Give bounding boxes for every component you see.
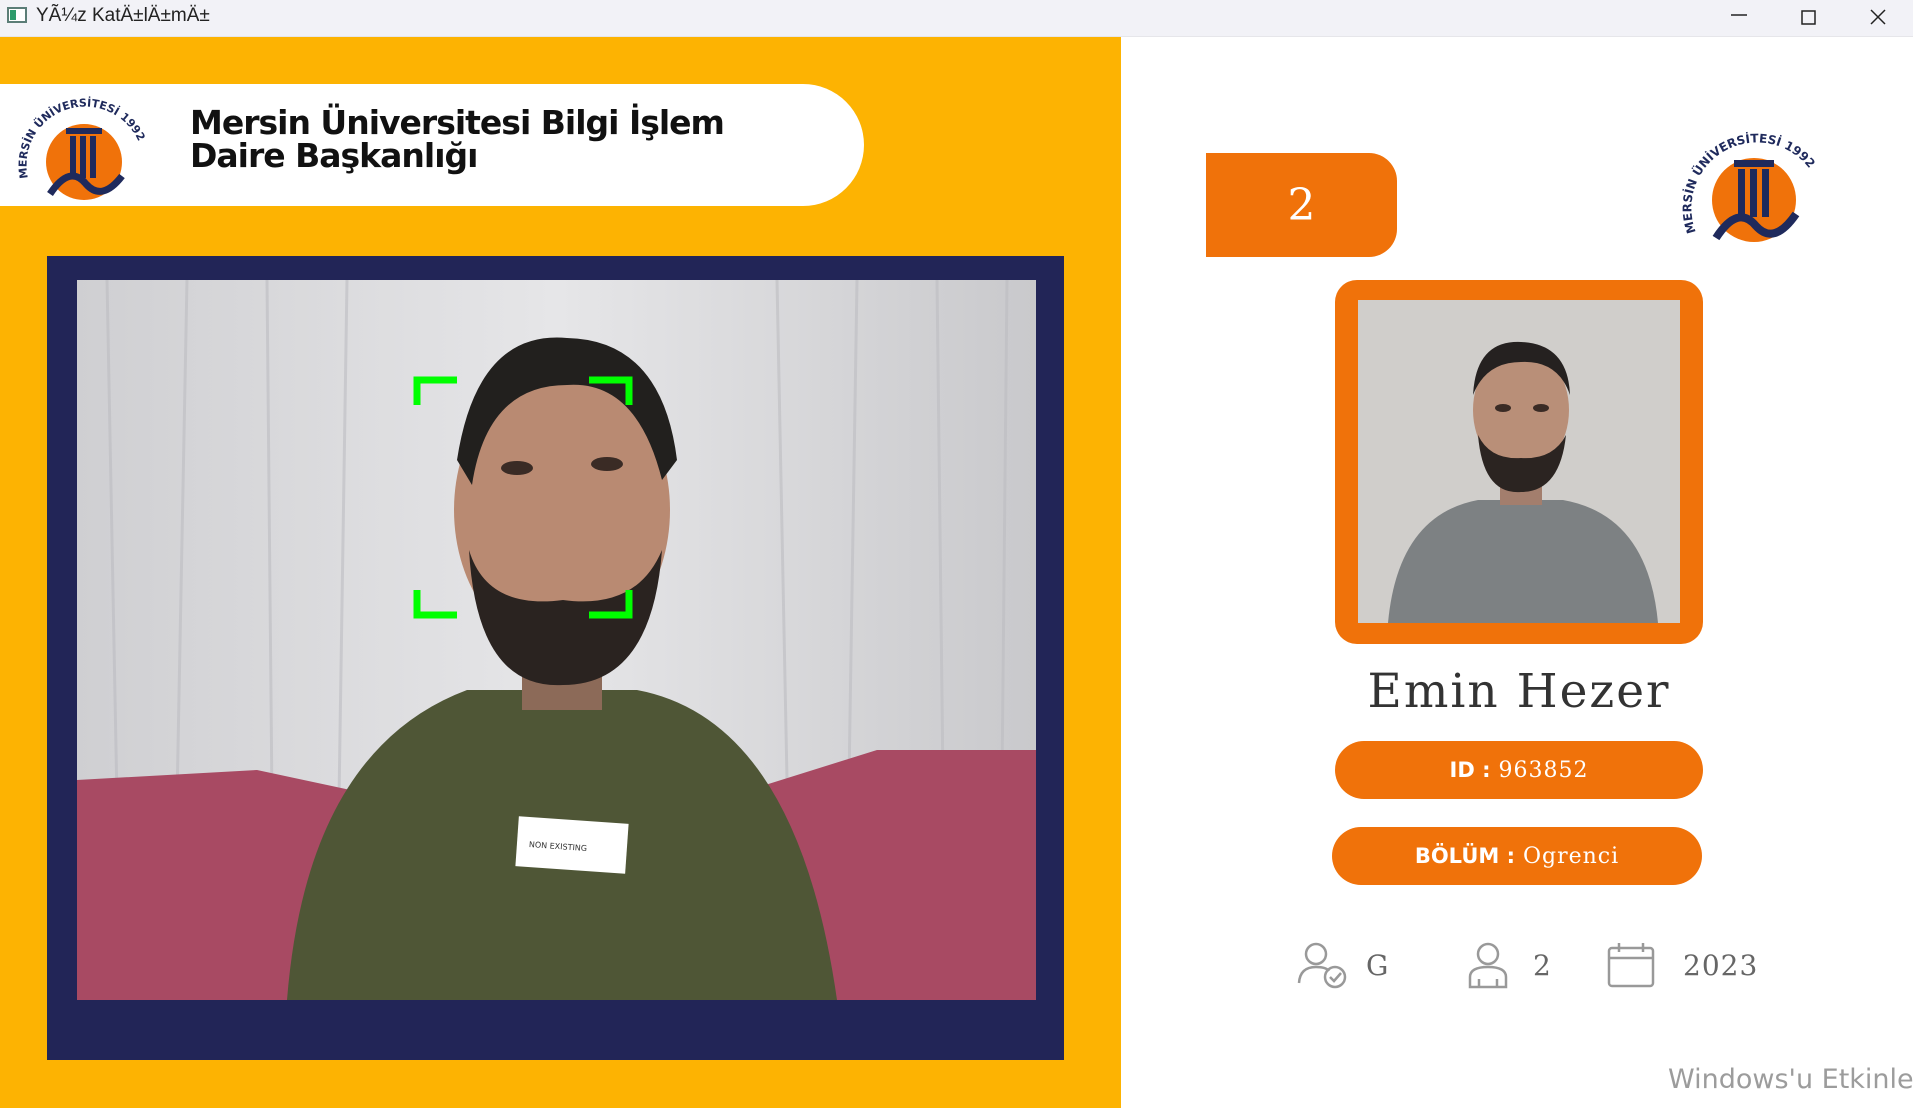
close-button[interactable] — [1843, 0, 1913, 36]
user-check-icon — [1297, 942, 1347, 989]
live-camera-feed: NON EXISTING — [77, 280, 1036, 1000]
mersin-university-logo: MERSİN ÜNİVERSİTESİ 1992 — [16, 96, 148, 200]
minimize-button[interactable] — [1704, 0, 1774, 36]
id-value: 963852 — [1498, 757, 1589, 783]
status-stat: G — [1296, 940, 1389, 990]
attendance-counter: 2 — [1206, 153, 1397, 257]
camera-panel: MERSİN ÜNİVERSİTESİ 1992 Mersin Üniversi… — [0, 37, 1121, 1108]
year-stat: 2023 — [1607, 940, 1758, 990]
minimize-icon — [1731, 14, 1747, 16]
attendance-count-stat: 2 — [1467, 940, 1552, 990]
header-title-line1: Mersin Üniversitesi Bilgi İşlem — [190, 103, 725, 142]
student-department-pill: BÖLÜM : Ogrenci — [1332, 827, 1702, 885]
year-value: 2023 — [1683, 948, 1759, 982]
maximize-icon — [1801, 10, 1816, 25]
status-value: G — [1366, 948, 1390, 982]
user-icon — [1468, 942, 1508, 989]
student-name: Emin Hezer — [1367, 664, 1671, 719]
student-id-pill: ID : 963852 — [1335, 741, 1703, 799]
attendance-count-value: 2 — [1533, 948, 1552, 982]
header-banner: MERSİN ÜNİVERSİTESİ 1992 Mersin Üniversi… — [0, 84, 864, 206]
department-label: BÖLÜM : — [1414, 844, 1515, 868]
calendar-icon — [1607, 943, 1655, 988]
department-value: Ogrenci — [1522, 843, 1620, 869]
student-photo — [1358, 300, 1680, 623]
id-label: ID : — [1449, 758, 1491, 782]
window-title: YÃ¼z KatÄ±lÄ±mÄ± — [36, 5, 210, 26]
student-photo-frame — [1335, 280, 1703, 644]
app-window-icon — [7, 7, 27, 23]
header-title: Mersin Üniversitesi Bilgi İşlem Daire Ba… — [190, 103, 725, 175]
face-detection-box — [413, 376, 633, 619]
camera-frame: NON EXISTING — [47, 256, 1064, 1060]
close-icon — [1870, 9, 1886, 25]
header-title-line2: Daire Başkanlığı — [190, 136, 478, 175]
maximize-button[interactable] — [1774, 0, 1844, 36]
window-titlebar: YÃ¼z KatÄ±lÄ±mÄ± — [0, 0, 1913, 37]
mersin-university-logo-right: MERSİN ÜNİVERSİTESİ 1992 — [1680, 131, 1818, 242]
windows-activation-watermark: Windows'u Etkinleştir — [1668, 1064, 1913, 1095]
